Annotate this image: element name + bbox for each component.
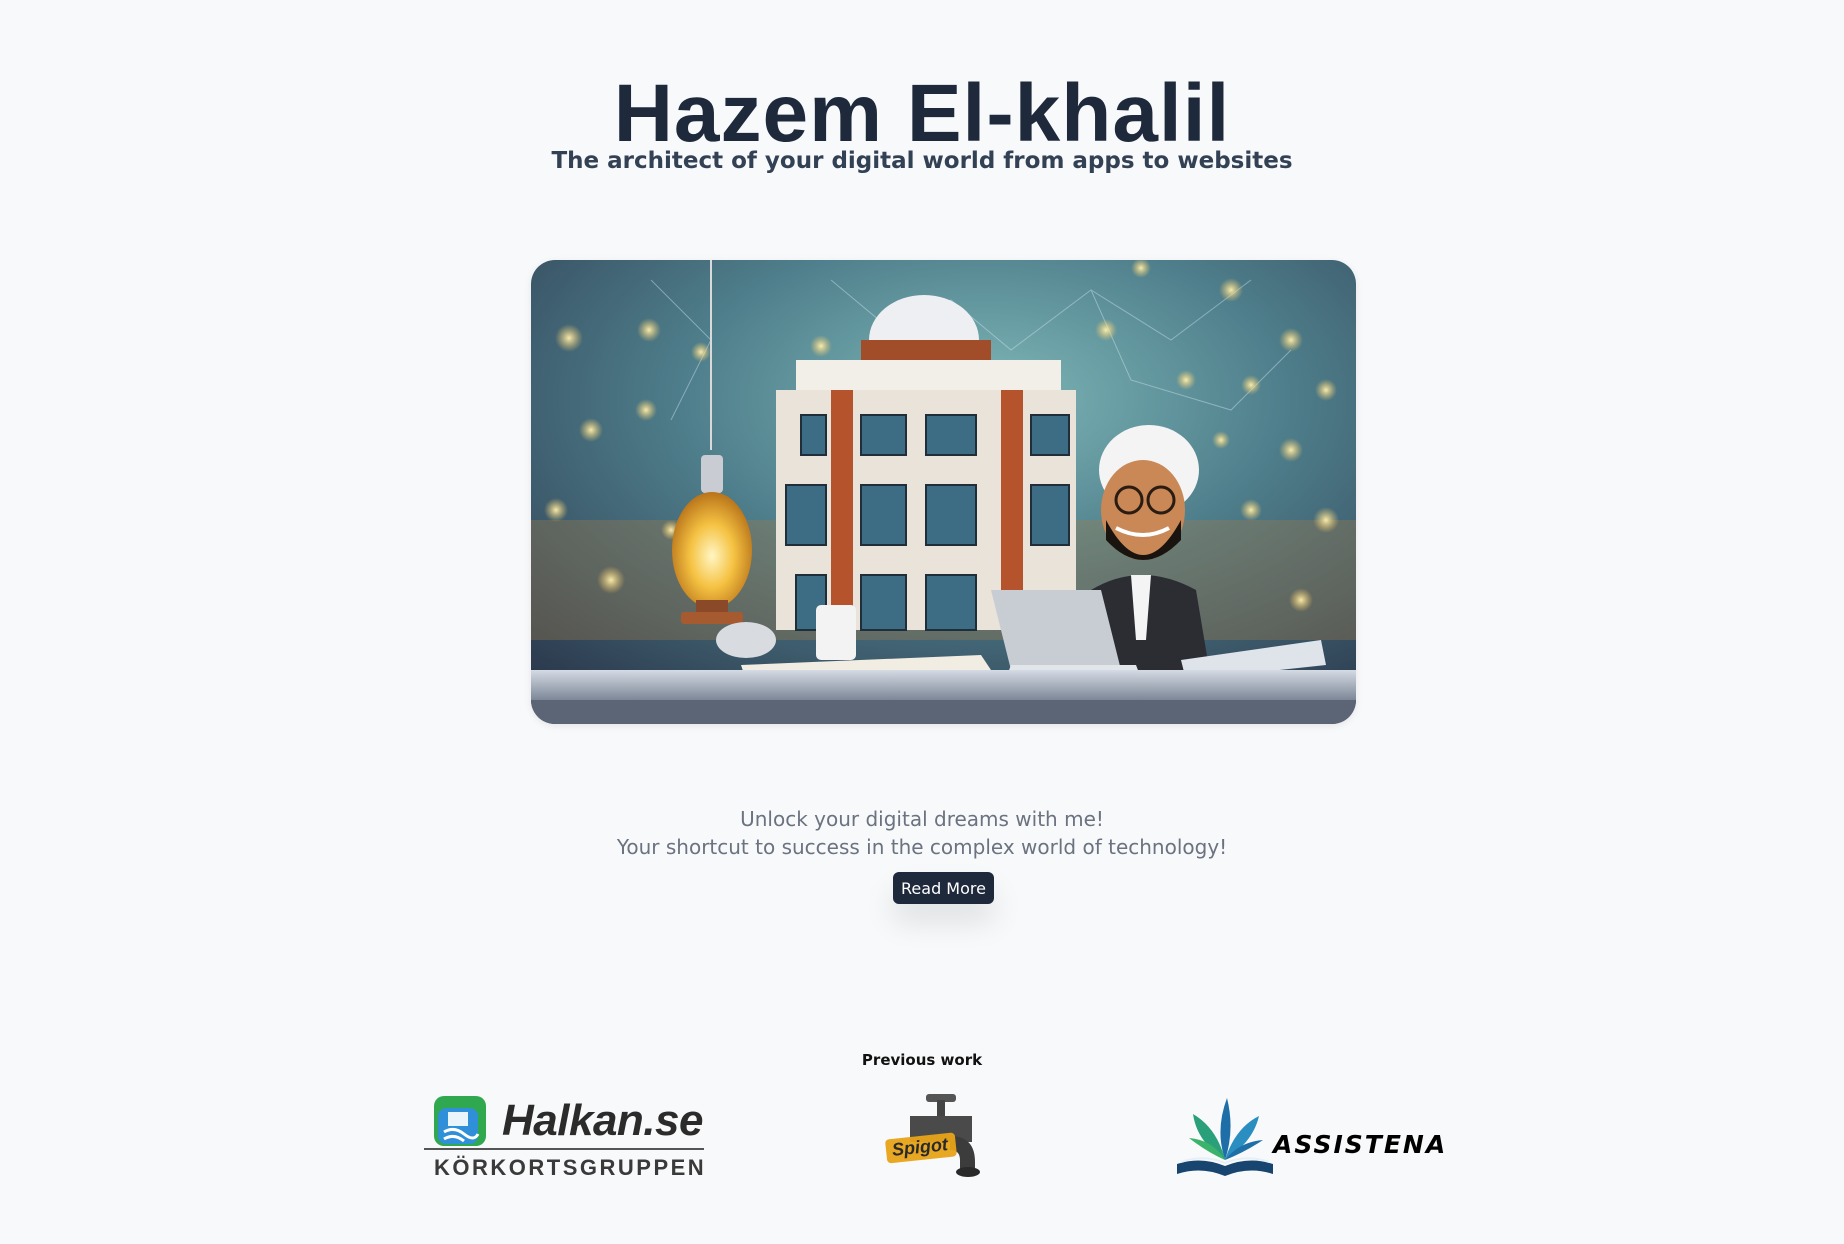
page-subtitle: The architect of your digital world from…: [551, 148, 1293, 174]
read-more-button[interactable]: Read More: [893, 872, 994, 904]
logo-assistena[interactable]: ASSISTENA: [1175, 1090, 1475, 1182]
halkan-tagline: KÖRKORTSGRUPPEN: [434, 1155, 707, 1180]
halkan-divider: [424, 1148, 704, 1150]
page: Hazem El-khalil The architect of your di…: [0, 0, 1844, 1244]
halkan-logo-icon: [434, 1096, 486, 1146]
logo-halkan[interactable]: Halkan.se KÖRKORTSGRUPPEN: [420, 1092, 710, 1182]
architect-illustration-icon: [531, 260, 1356, 724]
hero-image: [531, 260, 1356, 724]
book-plant-icon: [1177, 1098, 1273, 1176]
logo-spigot[interactable]: Spigot: [880, 1092, 1000, 1182]
assistena-name: ASSISTENA: [1273, 1130, 1448, 1159]
halkan-name: Halkan.se: [502, 1096, 703, 1145]
previous-work-heading: Previous work: [861, 1051, 983, 1069]
intro-line-2: Your shortcut to success in the complex …: [616, 835, 1228, 859]
intro-line-1: Unlock your digital dreams with me!: [740, 807, 1104, 831]
spigot-faucet-icon: Spigot: [885, 1094, 980, 1177]
